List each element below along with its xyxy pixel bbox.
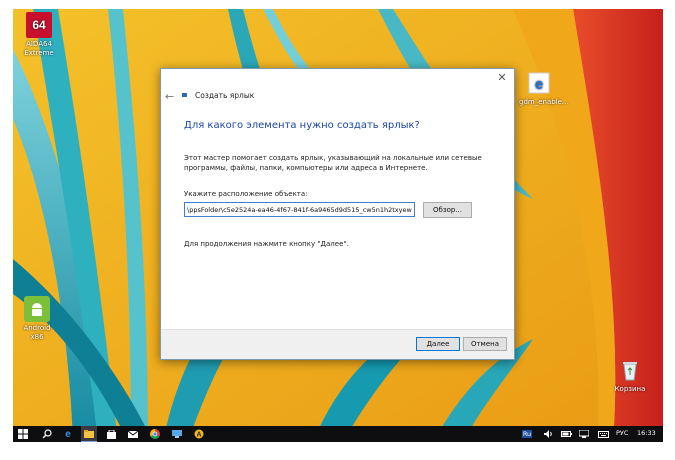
android-shortcut[interactable]: Android x86 bbox=[17, 296, 57, 342]
location-input[interactable] bbox=[184, 202, 415, 217]
android-label: Android x86 bbox=[23, 324, 51, 341]
recycle-bin-icon bbox=[617, 357, 643, 383]
cancel-button[interactable]: Отмена bbox=[463, 337, 507, 351]
yellow-app-icon[interactable]: A bbox=[191, 426, 207, 442]
svg-text:e: e bbox=[535, 76, 543, 93]
volume-icon[interactable] bbox=[540, 426, 556, 442]
dialog-description: Этот мастер помогает создать ярлык, указ… bbox=[184, 154, 482, 172]
store-icon[interactable] bbox=[103, 426, 119, 442]
network-icon[interactable] bbox=[576, 426, 592, 442]
screen: 64 AIDA64 Extreme e gdm_enable... Androi… bbox=[13, 9, 663, 442]
aida64-icon: 64 bbox=[26, 12, 52, 38]
android-icon bbox=[24, 296, 50, 322]
create-shortcut-dialog: ✕ ← Создать ярлык Для какого элемента ну… bbox=[160, 68, 515, 360]
edge-shortcut[interactable]: e gdm_enable... bbox=[519, 70, 569, 107]
taskbar: e A Ru РУС 16:33 bbox=[13, 426, 663, 442]
search-icon[interactable] bbox=[39, 426, 55, 442]
language-indicator[interactable]: Ru bbox=[518, 426, 536, 442]
input-language[interactable]: РУС bbox=[616, 429, 628, 437]
monitor-app-icon[interactable] bbox=[169, 426, 185, 442]
dialog-heading: Для какого элемента нужно создать ярлык? bbox=[184, 120, 420, 131]
dialog-footer: Далее Отмена bbox=[161, 329, 514, 359]
chrome-icon[interactable] bbox=[147, 426, 163, 442]
shortcut-wizard-icon bbox=[182, 93, 187, 97]
clock[interactable]: 16:33 bbox=[637, 429, 656, 437]
battery-icon[interactable] bbox=[558, 426, 574, 442]
browse-button[interactable]: Обзор... bbox=[423, 202, 472, 218]
start-button[interactable] bbox=[15, 426, 31, 442]
back-arrow-icon[interactable]: ← bbox=[165, 90, 174, 103]
aida64-shortcut[interactable]: 64 AIDA64 Extreme bbox=[19, 12, 59, 58]
recycle-bin[interactable]: Корзина bbox=[610, 357, 650, 394]
mail-icon[interactable] bbox=[125, 426, 141, 442]
svg-text:A: A bbox=[196, 432, 201, 439]
edge-taskbar-icon[interactable]: e bbox=[60, 426, 76, 442]
file-explorer-icon[interactable] bbox=[81, 426, 97, 442]
close-icon[interactable]: ✕ bbox=[496, 72, 508, 84]
language-indicator-label: Ru bbox=[521, 430, 533, 438]
location-label: Укажите расположение объекта: bbox=[184, 190, 308, 198]
recycle-bin-label: Корзина bbox=[614, 385, 646, 393]
aida64-label: AIDA64 Extreme bbox=[24, 40, 54, 57]
dialog-title: Создать ярлык bbox=[195, 91, 255, 100]
edge-shortcut-label: gdm_enable... bbox=[519, 98, 569, 106]
keyboard-icon[interactable] bbox=[595, 426, 611, 442]
next-button[interactable]: Далее bbox=[416, 337, 460, 351]
continue-hint: Для продолжения нажмите кнопку "Далее". bbox=[184, 240, 349, 248]
edge-icon: e bbox=[526, 70, 552, 96]
